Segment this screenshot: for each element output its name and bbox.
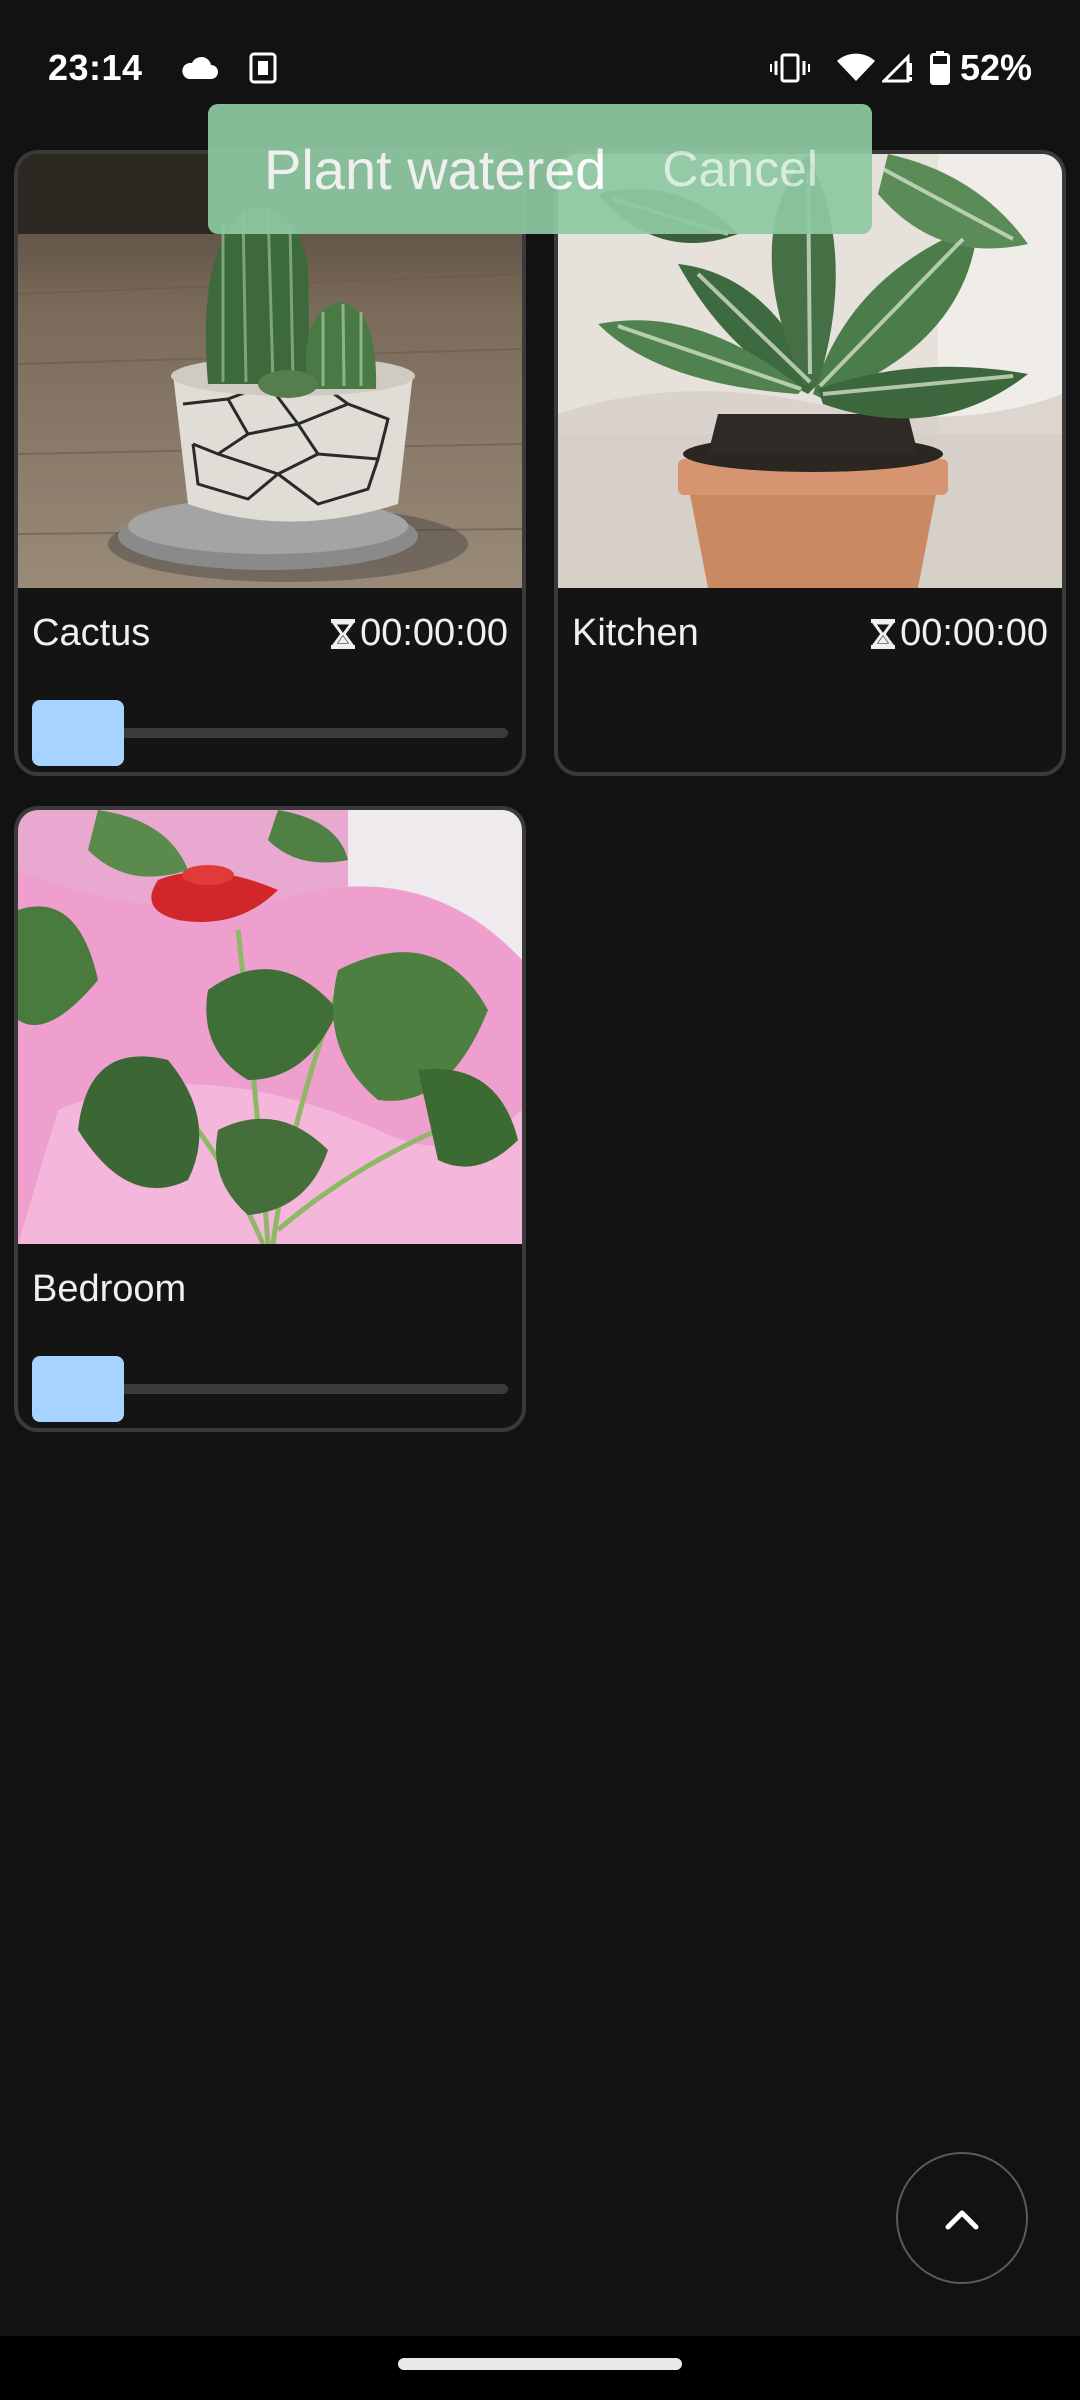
screen: 23:14 52% Cactus 00:00:00 Kitchen 00:00:…	[0, 0, 1080, 2400]
plant-name: Kitchen	[572, 612, 699, 654]
cloud-icon	[179, 55, 219, 81]
status-time: 23:14	[48, 47, 143, 88]
snackbar-message: Plant watered	[264, 137, 607, 201]
plant-timer: 00:00:00	[330, 612, 508, 655]
anthurium-photo	[18, 810, 522, 1244]
battery-percent: 52%	[959, 47, 1032, 88]
slider-thumb[interactable]	[32, 700, 124, 766]
snackbar-cancel-button[interactable]: Cancel	[662, 140, 818, 198]
home-handle[interactable]	[398, 2358, 682, 2370]
sim-card-icon	[249, 52, 277, 84]
plant-card-kitchen[interactable]: Kitchen 00:00:00	[554, 150, 1066, 776]
scroll-to-top-button[interactable]	[896, 2152, 1028, 2284]
vibrate-icon	[769, 53, 810, 83]
snackbar: Plant watered Cancel	[208, 104, 872, 234]
plant-timer: 00:00:00	[870, 612, 1048, 655]
plant-card-cactus[interactable]: Cactus 00:00:00	[14, 150, 526, 776]
hourglass-icon	[870, 618, 896, 650]
plant-name: Cactus	[32, 612, 151, 654]
timer-value: 00:00:00	[360, 612, 508, 654]
slider-thumb[interactable]	[32, 1356, 124, 1422]
plant-name: Bedroom	[32, 1268, 187, 1310]
watering-slider[interactable]	[32, 700, 508, 766]
timer-value: 00:00:00	[900, 612, 1048, 654]
hourglass-icon	[330, 618, 356, 650]
wifi-icon	[836, 53, 876, 83]
plant-card-bedroom[interactable]: Bedroom	[14, 806, 526, 1432]
watering-slider[interactable]	[32, 1356, 508, 1422]
cell-signal-icon	[881, 53, 912, 83]
gesture-nav-bar	[0, 2336, 1080, 2400]
chevron-up-icon	[942, 2205, 982, 2231]
battery-icon	[929, 51, 950, 85]
